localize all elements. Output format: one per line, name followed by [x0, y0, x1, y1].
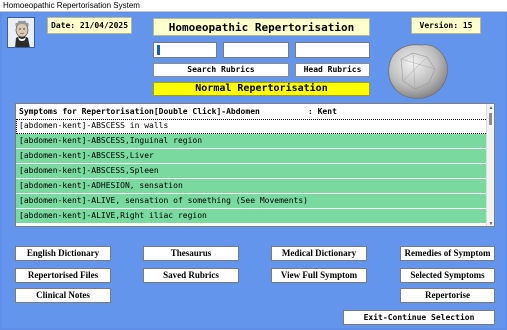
list-bottom-strip [15, 227, 495, 234]
head-rubrics-button[interactable]: Head Rubrics [295, 63, 370, 77]
symptom-list-header: Symptoms for Repertorisation[Double Clic… [16, 104, 488, 119]
version-label: Version: 15 [411, 17, 481, 34]
english-dictionary-button[interactable]: English Dictionary [15, 246, 111, 261]
scroll-up-arrow-icon[interactable]: ▲ [487, 104, 494, 112]
remedies-of-symptom-button[interactable]: Remedies of Symptom [400, 246, 495, 261]
window-title: Homoeopathic Repertorisation System [0, 0, 507, 12]
symptom-list-item[interactable]: [abdomen-kent]-ALIVE, sensation of somet… [16, 194, 488, 209]
repertorisation-mode-label: Normal Repertorisation [153, 82, 370, 96]
symptom-list[interactable]: Symptoms for Repertorisation[Double Clic… [15, 103, 495, 227]
symptom-list-item[interactable]: [abdomen-kent]-ALIVE,Right iliac region [16, 209, 488, 224]
clinical-notes-button[interactable]: Clinical Notes [15, 288, 111, 303]
symptom-list-item[interactable]: [abdomen-kent]-ABSCESS,Liver [16, 149, 488, 164]
thesaurus-button[interactable]: Thesaurus [143, 246, 239, 261]
search-rubrics-button[interactable]: Search Rubrics [153, 63, 289, 77]
date-label: Date: 21/04/2025 [47, 17, 132, 34]
repertorised-files-button[interactable]: Repertorised Files [15, 268, 111, 283]
search-input-1[interactable] [153, 42, 217, 58]
selected-symptoms-button[interactable]: Selected Symptoms [400, 268, 495, 283]
scroll-down-arrow-icon[interactable]: ▼ [487, 220, 494, 226]
repertorise-button[interactable]: Repertorise [400, 288, 495, 303]
medical-dictionary-button[interactable]: Medical Dictionary [271, 246, 367, 261]
search-input-2[interactable] [223, 42, 289, 58]
symptom-list-item[interactable]: [abdomen-kent]-ABSCESS,Spleen [16, 164, 488, 179]
exit-continue-selection-button[interactable]: Exit-Continue Selection [343, 310, 495, 325]
search-input-3[interactable] [295, 42, 370, 58]
scrollbar-thumb[interactable] [489, 113, 492, 125]
symptom-list-item[interactable]: [abdomen-kent]-ADHESION, sensation [16, 179, 488, 194]
text-caret [157, 45, 160, 55]
symptom-list-item[interactable]: [abdomen-kent]-ABSCESS,Inguinal region [16, 134, 488, 149]
hahnemann-portrait-icon [7, 17, 35, 48]
symptom-list-item[interactable]: [abdomen-kent]-ABSCESS in walls [16, 119, 488, 134]
page-title: Homoeopathic Repertorisation [153, 18, 370, 36]
symptom-list-rows: [abdomen-kent]-ABSCESS in walls [abdomen-… [16, 119, 488, 224]
saved-rubrics-button[interactable]: Saved Rubrics [143, 268, 239, 283]
crystal-stone-icon [383, 41, 453, 101]
view-full-symptom-button[interactable]: View Full Symptom [271, 268, 367, 283]
vertical-scrollbar[interactable]: ▲ ▼ [486, 104, 494, 226]
